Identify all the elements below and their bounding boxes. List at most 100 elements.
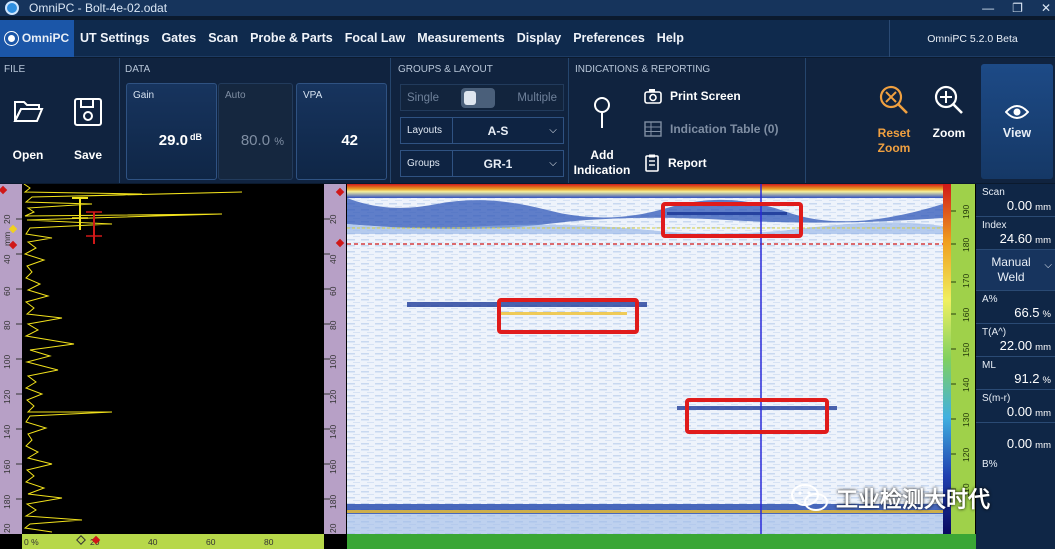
ascan-amplitude-ruler[interactable]: 0 % 20 40 60 80: [22, 534, 324, 549]
ml-value: 91.2: [1014, 371, 1040, 386]
t-a-readout: T(A^) 22.00 mm: [976, 324, 1055, 357]
watermark-text: 工业检测大时代: [836, 487, 991, 512]
pin-icon: [594, 97, 610, 128]
highlight-box: [685, 398, 829, 434]
s-m-r-value: 0.00: [1006, 404, 1033, 419]
zoom-label: Zoom: [932, 126, 966, 140]
ruler-label: 160: [961, 307, 971, 322]
ruler-unit: mm: [2, 231, 12, 246]
view-button[interactable]: View: [981, 64, 1053, 179]
data-section-title: DATA: [125, 64, 151, 75]
open-label: Open: [12, 148, 44, 162]
menu-ut-settings[interactable]: UT Settings: [74, 31, 155, 45]
print-screen-label: Print Screen: [670, 89, 741, 103]
menu-scan[interactable]: Scan: [202, 31, 244, 45]
extra-value: 0.00: [1006, 436, 1033, 451]
title-bar: OmniPC - Bolt-4e-02.odat — ❐ ✕: [0, 0, 1055, 16]
window-title: OmniPC - Bolt-4e-02.odat: [29, 1, 168, 15]
menu-display[interactable]: Display: [511, 31, 567, 45]
ruler-label: 60: [206, 537, 216, 547]
ruler-label: 120: [2, 389, 12, 404]
ruler-label: 140: [961, 377, 971, 392]
ruler-label: 60: [2, 286, 12, 296]
scan-readout-unit: mm: [1035, 202, 1051, 213]
omnipc-logo-tab[interactable]: OmniPC: [0, 19, 74, 57]
restore-button[interactable]: ❐: [1012, 0, 1023, 16]
groups-section-title: GROUPS & LAYOUT: [398, 64, 493, 75]
reset-zoom-button[interactable]: Reset Zoom: [873, 84, 915, 156]
reset-zoom-label: Reset Zoom: [877, 126, 911, 155]
s-m-r-label: S(m-r): [982, 393, 1011, 404]
menu-preferences[interactable]: Preferences: [567, 31, 651, 45]
zoom-button[interactable]: Zoom: [929, 84, 969, 140]
toggle-switch[interactable]: [461, 87, 496, 108]
gain-label: Gain: [133, 90, 155, 101]
vpa-param[interactable]: VPA 42: [296, 83, 387, 180]
menu-focal-law[interactable]: Focal Law: [339, 31, 411, 45]
groups-layout-section: GROUPS & LAYOUT Single Multiple Layouts …: [392, 58, 569, 183]
omnipc-logo-label: OmniPC: [21, 31, 70, 45]
indication-table-button[interactable]: Indication Table (0): [644, 121, 778, 137]
menu-help[interactable]: Help: [651, 31, 690, 45]
measurement-mode-dropdown[interactable]: Manual Weld ⌵: [976, 250, 1055, 291]
cscan-depth-ruler[interactable]: 20 40 60 80 100 120 140 160 180 20: [324, 184, 346, 534]
ruler-label: 100: [2, 354, 12, 369]
version-label: OmniPC 5.2.0 Beta: [889, 20, 1055, 57]
ruler-label: 80: [328, 320, 338, 330]
report-button[interactable]: Report: [644, 154, 707, 172]
close-button[interactable]: ✕: [1041, 0, 1051, 16]
t-a-label: T(A^): [982, 327, 1007, 338]
file-section-title: FILE: [4, 64, 26, 75]
table-icon: [644, 121, 662, 137]
gain-param[interactable]: Gain 29.0 dB: [126, 83, 217, 180]
add-indication-label: Add Indication: [573, 148, 631, 177]
extra-unit: mm: [1035, 440, 1051, 451]
s-m-r-readout: S(m-r) 0.00 mm: [976, 390, 1055, 423]
measurement-mode-label: Manual Weld: [991, 255, 1031, 284]
data-section: DATA Gain 29.0 dB Auto 80.0 % VPA 42: [121, 58, 391, 183]
auto-param[interactable]: Auto 80.0 %: [218, 83, 293, 180]
single-multiple-toggle[interactable]: Single Multiple: [400, 84, 564, 111]
reset-zoom-icon: [879, 85, 908, 114]
vpa-value: 42: [341, 132, 358, 149]
scan-workspace: 20 mm 40 60 80 100 120 140 160 180 20 20…: [0, 183, 1055, 549]
ribbon: FILE Open Save DATA Gain 29.0 dB Auto 80.…: [0, 58, 1055, 183]
ruler-label: 140: [328, 424, 338, 439]
add-indication-button[interactable]: Add Indication: [572, 96, 632, 178]
a-percent-label: A%: [982, 294, 998, 305]
eye-icon: [1005, 104, 1029, 119]
a-percent-readout: A% 66.5%: [976, 291, 1055, 324]
groups-dropdown[interactable]: Groups GR-1 ⌵: [400, 150, 564, 177]
menu-measurements[interactable]: Measurements: [411, 31, 511, 45]
open-button[interactable]: Open: [12, 96, 44, 162]
menu-gates[interactable]: Gates: [155, 31, 202, 45]
layouts-dropdown[interactable]: Layouts A-S ⌵: [400, 117, 564, 144]
indications-section-title: INDICATIONS & REPORTING: [575, 64, 711, 75]
ruler-label: 120: [328, 389, 338, 404]
ascan-waveform: [23, 183, 243, 533]
report-label: Report: [668, 156, 707, 170]
scan-readout-value: 0.00: [1006, 198, 1033, 213]
layouts-label: Layouts: [401, 118, 453, 143]
folder-open-icon: [13, 101, 44, 122]
ruler-label: 180: [961, 237, 971, 252]
auto-value: 80.0: [240, 132, 271, 149]
gain-unit: dB: [190, 132, 202, 142]
ascan-depth-ruler[interactable]: 20 mm 40 60 80 100 120 140 160 180 20: [0, 184, 22, 534]
print-screen-button[interactable]: Print Screen: [644, 88, 741, 104]
ascan-view[interactable]: [22, 183, 324, 534]
file-section: FILE Open Save: [0, 58, 120, 183]
ruler-label: 20: [328, 523, 338, 533]
minimize-button[interactable]: —: [982, 0, 994, 16]
save-button[interactable]: Save: [72, 96, 104, 162]
ruler-label: 180: [2, 494, 12, 509]
ruler-label: 190: [961, 204, 971, 219]
scan-axis-ruler[interactable]: [347, 534, 976, 549]
report-icon: [645, 154, 659, 172]
chevron-down-icon: ⌵: [549, 158, 557, 169]
wechat-icon: [791, 484, 828, 511]
menu-bar: OmniPC UT Settings Gates Scan Probe & Pa…: [0, 19, 1055, 57]
scan-readout: Scan 0.00 mm: [976, 184, 1055, 217]
a-percent-value: 66.5: [1014, 305, 1040, 320]
menu-probe-parts[interactable]: Probe & Parts: [244, 31, 339, 45]
